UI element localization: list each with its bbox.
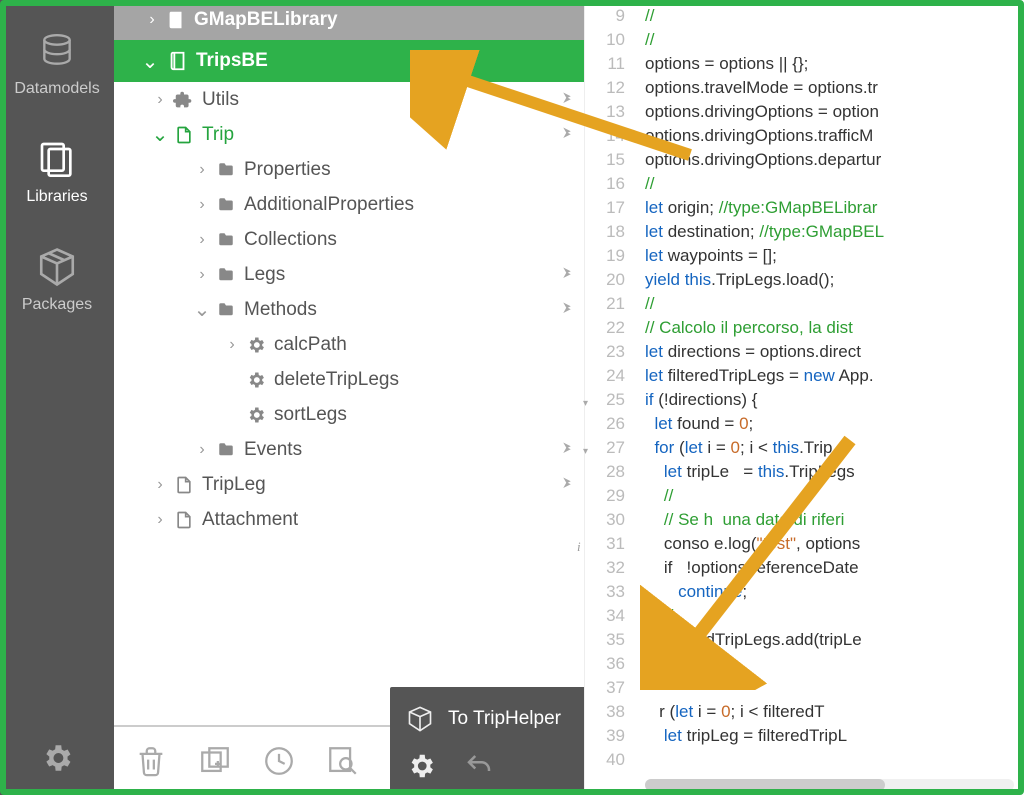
extension-badge-icon [558,476,584,494]
puzzle-icon [170,89,198,111]
project-tree-panel: › GMapBELibrary ⌄ TripsBE › Utils [114,0,584,795]
tree-folder-properties[interactable]: › Properties [114,152,584,187]
document-icon [170,474,198,496]
tree-method-sortlegs[interactable]: sortLegs [114,397,584,432]
gear-icon [242,335,270,355]
chevron-right-icon: › [192,266,212,284]
extension-badge-icon [558,441,584,459]
chevron-right-icon: › [192,231,212,249]
code-editor[interactable]: 910111213141516171819202122232425▾2627▾2… [584,0,1024,795]
package-icon [406,705,434,733]
editor-content[interactable]: ////options = options || {};options.trav… [645,4,1024,772]
chevron-right-icon: › [192,441,212,459]
sidebar-item-libraries[interactable]: Libraries [26,138,87,206]
chevron-right-icon: › [142,11,162,29]
folder-icon [212,231,240,249]
package-icon [33,246,81,288]
settings-button[interactable] [40,741,74,775]
chevron-right-icon: › [192,161,212,179]
tree-item-tripleg[interactable]: › TripLeg [114,467,584,502]
chevron-right-icon: › [192,196,212,214]
tree-item-utils[interactable]: › Utils [114,82,584,117]
search-icon[interactable] [326,744,360,778]
sidebar-item-datamodels[interactable]: Datamodels [14,30,99,98]
horizontal-scrollbar[interactable] [645,779,1014,791]
gear-icon [242,370,270,390]
tree-folder-events[interactable]: › Events [114,432,584,467]
document-icon [170,124,198,146]
folder-icon [212,301,240,319]
tree-library-tripsbe[interactable]: ⌄ TripsBE [114,40,584,82]
sidebar-item-label: Datamodels [14,80,99,98]
chevron-right-icon: › [150,476,170,494]
book-icon [162,9,190,31]
tree-item-attachment[interactable]: › Attachment [114,502,584,537]
tree-item-trip[interactable]: ⌄ Trip [114,117,584,152]
library-icon [33,138,81,180]
document-icon [170,509,198,531]
tree-method-calcpath[interactable]: › calcPath [114,327,584,362]
chevron-right-icon: › [222,336,242,354]
sidebar-item-label: Libraries [26,188,87,206]
navigation-sidebar: Datamodels Libraries Packages [0,0,114,795]
folder-icon [212,161,240,179]
folder-icon [212,266,240,284]
sidebar-item-packages[interactable]: Packages [22,246,92,314]
copy-icon[interactable] [198,744,232,778]
tree-library-gmap[interactable]: › GMapBELibrary [114,0,584,40]
undo-icon[interactable] [464,751,494,781]
database-icon [33,30,81,72]
history-icon[interactable] [262,744,296,778]
sidebar-item-label: Packages [22,296,92,314]
chevron-right-icon: › [150,91,170,109]
tree-folder-additional[interactable]: › AdditionalProperties [114,187,584,222]
tree-folder-legs[interactable]: › Legs [114,257,584,292]
chevron-down-icon: ⌄ [192,297,212,322]
tree-method-deletetriplegs[interactable]: deleteTripLegs [114,362,584,397]
chevron-down-icon: ⌄ [150,122,170,147]
editor-gutter: 910111213141516171819202122232425▾2627▾2… [585,0,635,772]
book-icon [164,50,192,72]
tree-folder-methods[interactable]: ⌄ Methods [114,292,584,327]
extension-badge-icon [558,301,584,319]
extension-badge-icon [558,266,584,284]
folder-icon [212,441,240,459]
folder-icon [212,196,240,214]
panel-gear-button[interactable] [406,751,436,781]
chevron-down-icon: ⌄ [136,49,164,74]
extension-badge-icon [558,126,584,144]
tree-bottom-toolbar: To TripHelper [114,725,584,795]
tree-folder-collections[interactable]: › Collections [114,222,584,257]
trash-icon[interactable] [134,744,168,778]
gear-icon [242,405,270,425]
chevron-right-icon: › [150,511,170,529]
extension-badge-icon [558,91,584,109]
